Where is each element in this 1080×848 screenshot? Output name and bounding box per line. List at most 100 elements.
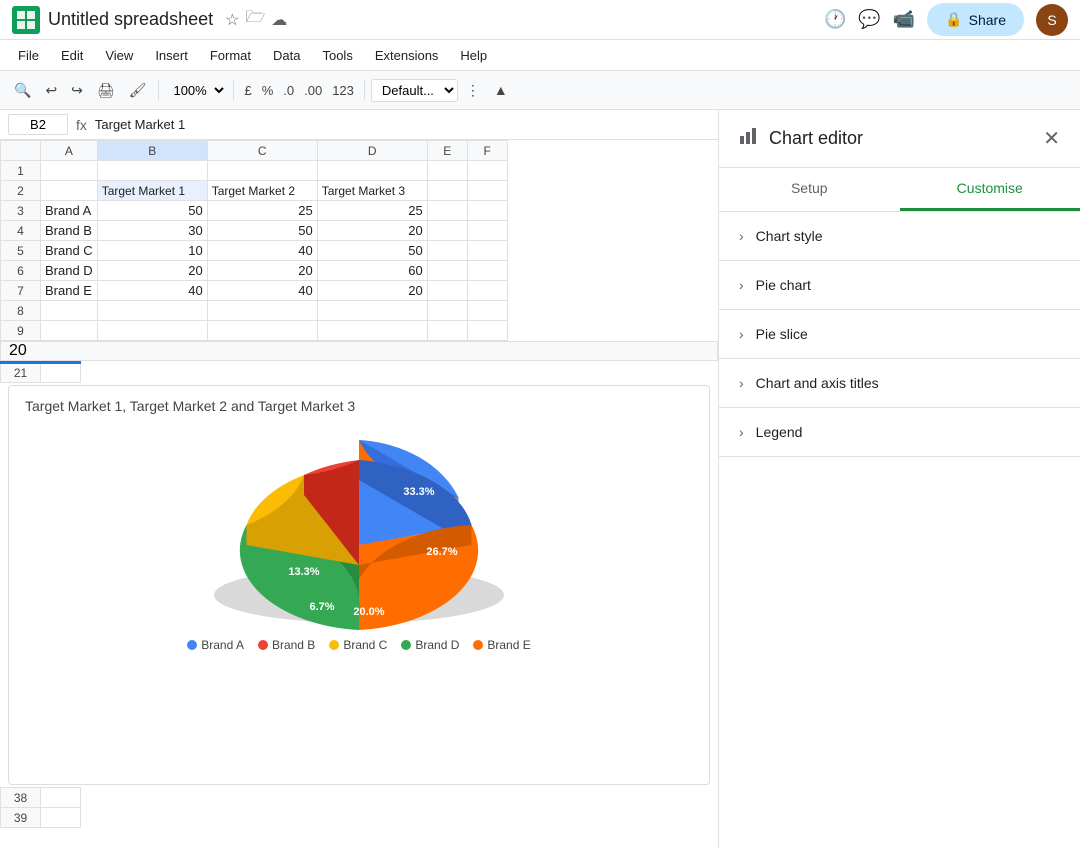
menu-item-tools[interactable]: Tools	[312, 44, 362, 67]
zoom-select[interactable]: 100%	[165, 80, 227, 101]
col-header-E[interactable]: E	[427, 141, 467, 161]
col-header-C[interactable]: C	[207, 141, 317, 161]
cell-F2[interactable]	[467, 181, 507, 201]
decimal-inc[interactable]: .00	[300, 81, 326, 100]
avatar[interactable]: S	[1036, 4, 1068, 36]
cell-F9[interactable]	[467, 321, 507, 341]
section-legend-header[interactable]: › Legend	[719, 408, 1080, 456]
cell-A6[interactable]: Brand D	[41, 261, 98, 281]
cell-D9[interactable]	[317, 321, 427, 341]
cell-C2[interactable]: Target Market 2	[207, 181, 317, 201]
cloud-icon[interactable]: ☁	[271, 10, 287, 30]
cell-F6[interactable]	[467, 261, 507, 281]
cell-A1[interactable]	[41, 161, 98, 181]
cell-E8[interactable]	[427, 301, 467, 321]
menu-item-help[interactable]: Help	[450, 44, 497, 67]
menu-item-edit[interactable]: Edit	[51, 44, 93, 67]
section-chart-axis-titles-header[interactable]: › Chart and axis titles	[719, 359, 1080, 407]
cell-B7[interactable]: 40	[97, 281, 207, 301]
cell-E7[interactable]	[427, 281, 467, 301]
chat-icon[interactable]: 💬	[858, 9, 880, 30]
cell-E9[interactable]	[427, 321, 467, 341]
cell-B8[interactable]	[97, 301, 207, 321]
percent-symbol[interactable]: %	[258, 81, 278, 100]
cell-B9[interactable]	[97, 321, 207, 341]
star-icon[interactable]: ☆	[225, 10, 239, 30]
cell-D1[interactable]	[317, 161, 427, 181]
currency-symbol[interactable]: £	[240, 81, 255, 100]
cell-reference[interactable]	[8, 114, 68, 135]
cell-C4[interactable]: 50	[207, 221, 317, 241]
cell-D3[interactable]: 25	[317, 201, 427, 221]
menu-item-insert[interactable]: Insert	[145, 44, 198, 67]
tab-setup[interactable]: Setup	[719, 168, 900, 211]
cell-B6[interactable]: 20	[97, 261, 207, 281]
cell-C6[interactable]: 20	[207, 261, 317, 281]
search-button[interactable]: 🔍	[8, 78, 37, 103]
cell-A8[interactable]	[41, 301, 98, 321]
cell-F8[interactable]	[467, 301, 507, 321]
grid-container[interactable]: A B C D E F 1	[0, 140, 718, 848]
tab-customise[interactable]: Customise	[900, 168, 1080, 211]
col-header-B[interactable]: B	[97, 141, 207, 161]
section-chart-style-header[interactable]: › Chart style	[719, 212, 1080, 260]
cell-C7[interactable]: 40	[207, 281, 317, 301]
cell-E4[interactable]	[427, 221, 467, 241]
menu-item-view[interactable]: View	[95, 44, 143, 67]
paint-format-button[interactable]: 🖌	[123, 78, 153, 103]
cell-C9[interactable]	[207, 321, 317, 341]
section-pie-chart-header[interactable]: › Pie chart	[719, 261, 1080, 309]
cell-F4[interactable]	[467, 221, 507, 241]
embedded-chart[interactable]: Target Market 1, Target Market 2 and Tar…	[8, 385, 710, 785]
cell-A4[interactable]: Brand B	[41, 221, 98, 241]
video-icon[interactable]: 📹	[893, 9, 915, 30]
cell-A2[interactable]	[41, 181, 98, 201]
cell-D4[interactable]: 20	[317, 221, 427, 241]
print-button[interactable]: 🖨	[91, 78, 121, 103]
history-icon[interactable]: 🕐	[824, 9, 846, 30]
collapse-toolbar-button[interactable]: ▲	[488, 78, 514, 102]
redo-button[interactable]: ↪	[65, 78, 89, 103]
cell-D6[interactable]: 60	[317, 261, 427, 281]
menu-item-file[interactable]: File	[8, 44, 49, 67]
font-select[interactable]: Default...	[371, 79, 458, 102]
cell-C8[interactable]	[207, 301, 317, 321]
cell-B1[interactable]	[97, 161, 207, 181]
cell-D8[interactable]	[317, 301, 427, 321]
share-button[interactable]: 🔒 Share	[927, 3, 1024, 36]
cell-D7[interactable]: 20	[317, 281, 427, 301]
cell-C1[interactable]	[207, 161, 317, 181]
cell-C5[interactable]: 40	[207, 241, 317, 261]
menu-item-data[interactable]: Data	[263, 44, 310, 67]
cell-D5[interactable]: 50	[317, 241, 427, 261]
col-header-A[interactable]: A	[41, 141, 98, 161]
cell-E2[interactable]	[427, 181, 467, 201]
folder-icon[interactable]: 🗁	[245, 6, 265, 33]
cell-F7[interactable]	[467, 281, 507, 301]
editor-close-button[interactable]: ✕	[1043, 126, 1060, 151]
col-header-F[interactable]: F	[467, 141, 507, 161]
col-header-D[interactable]: D	[317, 141, 427, 161]
formula-input[interactable]	[95, 117, 710, 132]
menu-item-format[interactable]: Format	[200, 44, 261, 67]
cell-B2[interactable]: Target Market 1	[97, 181, 207, 201]
more-options-button[interactable]: ⋮	[460, 78, 486, 103]
cell-E1[interactable]	[427, 161, 467, 181]
cell-A5[interactable]: Brand C	[41, 241, 98, 261]
cell-E3[interactable]	[427, 201, 467, 221]
cell-F3[interactable]	[467, 201, 507, 221]
cell-E5[interactable]	[427, 241, 467, 261]
cell-D2[interactable]: Target Market 3	[317, 181, 427, 201]
undo-button[interactable]: ↩	[39, 78, 63, 103]
cell-B5[interactable]: 10	[97, 241, 207, 261]
cell-F1[interactable]	[467, 161, 507, 181]
cell-B4[interactable]: 30	[97, 221, 207, 241]
cell-B3[interactable]: 50	[97, 201, 207, 221]
format-123[interactable]: 123	[328, 81, 358, 100]
cell-E6[interactable]	[427, 261, 467, 281]
cell-F5[interactable]	[467, 241, 507, 261]
decimal-dec[interactable]: .0	[279, 81, 298, 100]
cell-A3[interactable]: Brand A	[41, 201, 98, 221]
menu-item-extensions[interactable]: Extensions	[365, 44, 449, 67]
cell-A9[interactable]	[41, 321, 98, 341]
